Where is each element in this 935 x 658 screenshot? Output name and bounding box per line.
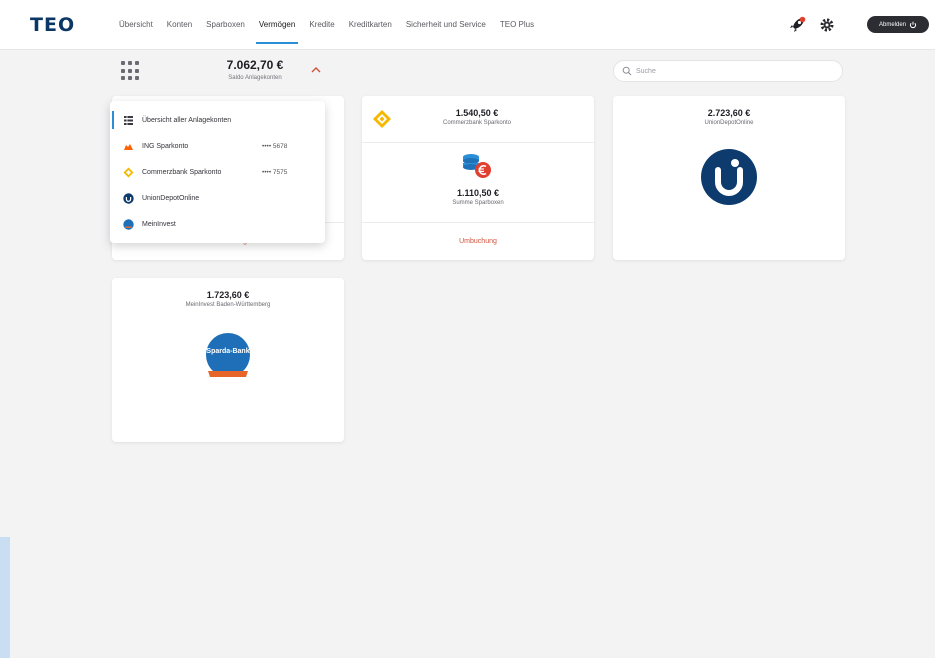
ing-lion-icon — [124, 143, 133, 150]
dropdown-item-label: UnionDepotOnline — [142, 194, 200, 202]
nav-konten[interactable]: Konten — [160, 0, 199, 50]
account-dropdown-menu: Übersicht aller Anlagekonten ING Sparkon… — [110, 101, 325, 243]
gear-icon[interactable] — [819, 17, 835, 33]
dropdown-item-meininvest[interactable]: MeinInvest — [110, 211, 325, 237]
chevron-up-icon[interactable] — [311, 66, 321, 74]
grid-dot — [121, 68, 125, 73]
nav-kreditkarten[interactable]: Kreditkarten — [342, 0, 399, 50]
total-balance-label: Saldo Anlagekonten — [228, 75, 282, 81]
commerzbank-header: 1.540,50 € Commerzbank Sparkonto — [402, 108, 552, 126]
sparda-logo-text: Sparda-Bank — [206, 348, 249, 355]
grid-dot — [135, 61, 139, 65]
commerzbank-icon — [123, 167, 134, 177]
account-grid-toggle[interactable] — [121, 61, 141, 81]
nav-sparboxen[interactable]: Sparboxen — [199, 0, 252, 50]
dropdown-item-commerzbank[interactable]: Commerzbank Sparkonto •••• 7575 — [110, 159, 325, 185]
teo-logo[interactable]: TEO — [30, 14, 75, 36]
dropdown-item-ing[interactable]: ING Sparkonto •••• 5678 — [110, 133, 325, 159]
page-edge-accent — [0, 537, 10, 658]
union-icon — [123, 192, 134, 204]
sparda-bank-logo-icon: Sparda-Bank — [206, 333, 250, 377]
grid-dot — [135, 68, 139, 73]
logout-label: Abmelden — [878, 21, 907, 28]
search-field[interactable] — [613, 60, 843, 82]
dropdown-item-account-number: •••• 5678 — [262, 142, 288, 150]
grid-dot — [121, 61, 125, 65]
dropdown-item-label: MeinInvest — [142, 220, 176, 228]
meininvest-header: 1.723,60 € MeinInvest Baden-Württemberg — [112, 290, 344, 308]
commerzbank-balance: 1.540,50 € — [455, 108, 499, 118]
total-balance-amount: 7.062,70 € — [226, 58, 284, 72]
union-investment-logo-icon — [701, 149, 757, 205]
nav-uebersicht[interactable]: Übersicht — [112, 0, 160, 50]
dropdown-item-account-number: •••• 7575 — [262, 168, 288, 176]
meininvest-account-card[interactable]: 1.723,60 € MeinInvest Baden-Württemberg … — [112, 278, 344, 442]
grid-dot — [121, 76, 125, 81]
savings-sum-amount: 1.110,50 € — [456, 188, 500, 198]
union-balance: 2.723,60 € — [707, 108, 751, 118]
card-divider — [362, 142, 594, 143]
dropdown-item-all-accounts[interactable]: Übersicht aller Anlagekonten — [110, 107, 325, 133]
savings-sum: 1.110,50 € Summe Sparboxen — [362, 188, 594, 206]
nav-vermoegen[interactable]: Vermögen — [252, 0, 302, 50]
total-balance[interactable]: 7.062,70 € Saldo Anlagekonten — [220, 58, 290, 81]
grid-dot — [128, 61, 132, 65]
savings-sum-label: Summe Sparboxen — [452, 200, 504, 206]
power-icon — [909, 21, 917, 28]
commerzbank-account-name: Commerzbank Sparkonto — [442, 120, 512, 126]
grid-dot — [135, 76, 139, 81]
rocket-icon[interactable] — [788, 16, 806, 34]
dropdown-item-label: Commerzbank Sparkonto — [142, 168, 222, 176]
commerzbank-logo-icon — [373, 110, 391, 128]
dropdown-item-label: ING Sparkonto — [142, 142, 189, 150]
nav-sicherheit-und-service[interactable]: Sicherheit und Service — [399, 0, 493, 50]
commerzbank-transfer-link[interactable]: Umbuchung — [362, 222, 594, 260]
union-header: 2.723,60 € UnionDepotOnline — [613, 108, 845, 126]
nav-teo-plus[interactable]: TEO Plus — [493, 0, 541, 50]
grid-dot — [128, 68, 132, 73]
dropdown-item-label: Übersicht aller Anlagekonten — [142, 116, 232, 124]
commerzbank-account-card[interactable]: 1.540,50 € Commerzbank Sparkonto 1.110,5… — [362, 96, 594, 260]
grid-icon — [124, 115, 133, 125]
grid-dot — [128, 76, 132, 81]
meininvest-account-name: MeinInvest Baden-Württemberg — [185, 302, 271, 308]
logout-button[interactable]: Abmelden — [867, 16, 929, 33]
search-icon — [622, 66, 632, 76]
union-account-name: UnionDepotOnline — [704, 120, 754, 126]
uniondepot-account-card[interactable]: 2.723,60 € UnionDepotOnline — [613, 96, 845, 260]
nav-kredite[interactable]: Kredite — [302, 0, 341, 50]
main-navigation: Übersicht Konten Sparboxen Vermögen Kred… — [112, 0, 541, 50]
top-navigation-bar: TEO Übersicht Konten Sparboxen Vermögen … — [0, 0, 935, 50]
dropdown-item-uniondepot[interactable]: UnionDepotOnline — [110, 185, 325, 211]
meininvest-icon — [123, 218, 134, 230]
meininvest-balance: 1.723,60 € — [206, 290, 250, 300]
search-input[interactable] — [636, 67, 826, 75]
savings-coins-icon — [463, 154, 491, 178]
